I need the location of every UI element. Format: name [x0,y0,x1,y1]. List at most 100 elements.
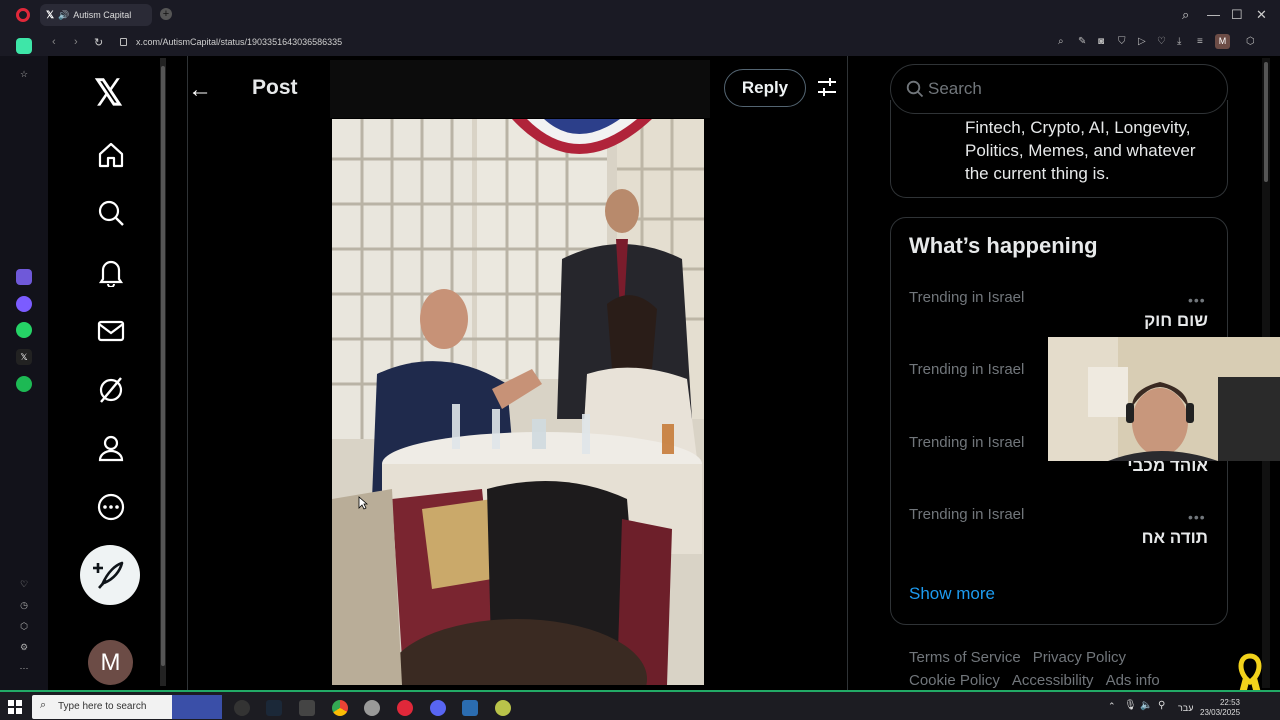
foreground-chairs [332,481,672,685]
taskbar-search-icon: ⌕ [40,699,47,711]
settings-icon[interactable]: ⚙ [16,639,32,655]
feather-plus-icon [93,561,124,589]
cube-icon[interactable]: ⬡ [16,618,32,634]
windows-taskbar: ⌕ Type here to search ⌃ 🎙 🔈 ⚲ עבר 22:53 … [0,690,1280,720]
grok-icon[interactable] [96,375,126,405]
forward-nav-icon[interactable]: › [74,36,78,48]
trend-name[interactable]: שום חוק [1144,311,1208,331]
accessibility-link[interactable]: Accessibility [1012,672,1094,689]
messages-mail-icon[interactable] [96,316,126,346]
windows-start-icon[interactable] [8,700,22,714]
trend-meta: Trending in Israel [909,434,1025,451]
trend-meta: Trending in Israel [909,506,1025,523]
x-logo-icon[interactable]: 𝕏 [94,72,123,114]
reply-button[interactable]: Reply [724,69,806,107]
explore-search-icon[interactable] [96,198,126,228]
browser-profile-avatar[interactable]: M [1215,34,1230,49]
microphone-icon[interactable]: 🎙 [1124,700,1137,711]
chrome-icon[interactable] [332,700,348,716]
ads-info-link[interactable]: Ads info [1106,672,1160,689]
compose-post-button[interactable] [80,545,140,605]
privacy-link[interactable]: Privacy Policy [1033,649,1126,666]
speaker-icon[interactable]: 🔊 [58,10,69,21]
language-indicator[interactable]: עבר [1178,703,1193,713]
back-arrow-icon[interactable]: ← [188,76,212,104]
address-bar: ‹ › ↻ x.com/AutismCapital/status/1903351… [0,30,1280,56]
zoom-icon[interactable]: ⌕ [1058,36,1064,47]
clock-time: 22:53 [1219,698,1240,707]
profile-icon[interactable] [96,433,126,463]
download-icon[interactable]: ⤓ [1177,36,1181,47]
x-favicon-icon: 𝕏 [46,9,55,21]
spotify-icon[interactable] [16,376,32,392]
minimize-button[interactable]: — [1207,7,1220,22]
post-video[interactable] [332,119,704,685]
notifications-bell-icon[interactable] [96,257,126,287]
heart-icon[interactable]: ♡ [1157,36,1166,47]
opera-taskbar-icon[interactable] [397,700,413,716]
lock-icon [120,38,127,46]
browser-search-icon[interactable]: ⌕ [1182,7,1189,23]
taskbar-app-icon[interactable] [234,700,250,716]
opera-logo-icon[interactable] [16,8,30,22]
browser-tab-bar: 𝕏 🔊 Autism Capital + ⌕ — ☐ ✕ [0,0,1280,30]
back-nav-icon[interactable]: ‹ [52,36,56,48]
trend-meta: Trending in Israel [909,289,1025,306]
discord-icon[interactable] [430,700,446,716]
url-field[interactable]: x.com/AutismCapital/status/1903351643036… [136,37,342,47]
show-more-link[interactable]: Show more [909,584,995,604]
mouse-cursor-icon [358,496,368,510]
x-app-icon[interactable]: 𝕏 [16,349,32,365]
menu-icon[interactable]: ≡ [1197,36,1203,47]
volume-icon[interactable]: 🔈 [1140,700,1152,711]
trend-more-icon[interactable]: ••• [1188,292,1206,308]
browser-tab[interactable]: 𝕏 🔊 Autism Capital [40,4,152,26]
heart-side-icon[interactable]: ♡ [16,576,32,592]
camera-icon[interactable]: ◙ [1098,36,1104,47]
edit-icon[interactable]: ✎ [1078,36,1086,47]
search-highlight-art [172,695,222,719]
history-icon[interactable]: ◷ [16,597,32,613]
left-scrollbar[interactable] [160,58,166,686]
reload-icon[interactable]: ↻ [94,36,103,49]
search-input[interactable] [928,78,1208,100]
messenger-icon[interactable] [16,296,32,312]
search-icon [906,80,924,98]
filter-sliders-icon[interactable] [816,76,838,98]
taskbar-app-icon[interactable] [299,700,315,716]
page-title: Post [252,76,298,99]
ai-app-icon[interactable] [16,269,32,285]
bio-text: Fintech, Crypto, AI, Longevity, Politics… [965,118,1196,183]
more-side-icon[interactable]: ⋯ [16,660,32,676]
tray-chevron-icon[interactable]: ⌃ [1108,701,1116,712]
taskbar-app-icon[interactable] [495,700,511,716]
taskbar-clock[interactable]: 22:53 23/03/2025 [1200,698,1240,718]
new-tab-button[interactable]: + [160,8,172,20]
play-icon[interactable]: ▷ [1138,36,1146,47]
taskbar-app-icon[interactable] [462,700,478,716]
opera-sidebar: ☆ 𝕏 ♡ ◷ ⬡ ⚙ ⋯ [0,38,48,690]
trend-more-icon[interactable]: ••• [1188,509,1206,525]
taskbar-search-box[interactable]: ⌕ Type here to search [32,695,222,719]
trend-name[interactable]: תודה אח [1142,528,1208,548]
tab-title: Autism Capital [73,10,132,20]
terms-link[interactable]: Terms of Service [909,649,1021,666]
close-button[interactable]: ✕ [1256,7,1267,23]
whatsapp-icon[interactable] [16,322,32,338]
taskbar-app-icon[interactable] [364,700,380,716]
maximize-button[interactable]: ☐ [1231,7,1243,23]
extensions-icon[interactable]: ⬡ [1246,36,1255,47]
steam-icon[interactable] [266,700,282,716]
cookie-link[interactable]: Cookie Policy [909,672,1000,689]
home-icon[interactable] [96,140,126,170]
shield-icon[interactable]: ⛉ [1118,36,1126,47]
account-avatar[interactable]: M [88,640,133,685]
home-star-icon[interactable]: ☆ [16,66,32,82]
network-icon[interactable]: ⚲ [1158,700,1165,711]
aria-icon[interactable] [16,38,32,54]
more-options-icon[interactable] [96,492,126,522]
trend-meta: Trending in Israel [909,361,1025,378]
trends-title: What’s happening [909,233,1098,258]
header-backdrop [330,60,710,118]
webcam-overlay [1048,337,1280,461]
